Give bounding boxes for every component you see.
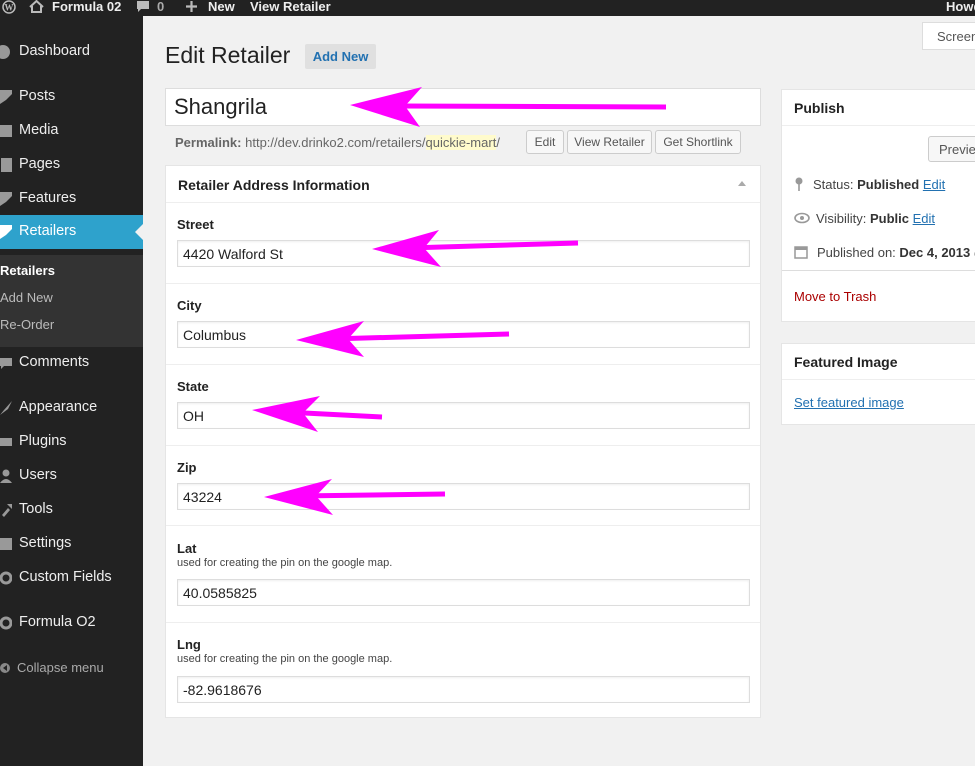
add-new-button[interactable]: Add New xyxy=(305,44,376,69)
comment-icon xyxy=(0,356,12,370)
lng-input[interactable] xyxy=(177,676,750,703)
media-icon xyxy=(0,124,12,138)
get-shortlink-button[interactable]: Get Shortlink xyxy=(655,130,741,154)
sidebar-item-posts[interactable]: Posts xyxy=(0,80,143,114)
view-retailer-button[interactable]: View Retailer xyxy=(567,130,652,154)
comments-count[interactable]: 0 xyxy=(157,0,164,16)
submenu-item-add-new[interactable]: Add New xyxy=(0,290,53,305)
status-edit-link[interactable]: Edit xyxy=(923,177,945,192)
preview-button[interactable]: Previe xyxy=(928,136,975,162)
collapse-arrow-icon xyxy=(0,661,12,675)
submenu-item-retailers[interactable]: Retailers xyxy=(0,263,55,278)
page-icon xyxy=(0,158,12,172)
visibility-row: Visibility: Public Edit xyxy=(794,211,935,226)
state-input[interactable] xyxy=(177,402,750,429)
user-icon xyxy=(0,469,12,483)
pin-icon xyxy=(795,177,803,191)
sidebar-item-tools[interactable]: Tools xyxy=(0,493,143,527)
gear-icon xyxy=(0,571,13,585)
lng-label: Lng xyxy=(177,637,201,652)
sidebar-item-dashboard[interactable]: Dashboard xyxy=(0,35,143,69)
view-retailer-link[interactable]: View Retailer xyxy=(250,0,331,16)
plus-icon[interactable] xyxy=(185,0,198,16)
permalink-row: Permalink: http://dev.drinko2.com/retail… xyxy=(175,135,500,150)
sidebar-item-plugins[interactable]: Plugins xyxy=(0,425,143,459)
zip-label: Zip xyxy=(177,460,197,475)
pin-icon xyxy=(0,192,12,206)
sidebar-item-formula-o2[interactable]: Formula O2 xyxy=(0,606,143,640)
lat-label: Lat xyxy=(177,541,197,556)
featured-image-title: Featured Image xyxy=(794,354,898,370)
settings-icon xyxy=(0,537,12,551)
admin-bar: W Formula 02 0 New View Retailer Howd xyxy=(0,0,975,16)
permalink-slug[interactable]: quickie-mart xyxy=(425,135,497,150)
featured-image-header[interactable]: Featured Image xyxy=(782,344,975,380)
publish-box-header[interactable]: Publish xyxy=(782,90,975,126)
permalink-edit-button[interactable]: Edit xyxy=(526,130,564,154)
post-title-input[interactable] xyxy=(165,88,761,126)
retailers-submenu: Retailers Add New Re-Order xyxy=(0,255,143,347)
screen-options-tab[interactable]: Screen xyxy=(922,22,975,50)
plug-icon xyxy=(0,435,12,449)
sidebar-item-custom-fields[interactable]: Custom Fields xyxy=(0,561,143,595)
box-collapse-toggle-icon[interactable] xyxy=(738,181,746,186)
gear-icon xyxy=(0,616,13,630)
sidebar-item-pages[interactable]: Pages xyxy=(0,148,143,182)
featured-image-box: Featured Image Set featured image xyxy=(781,343,975,425)
active-pointer xyxy=(135,224,143,240)
wrench-icon xyxy=(0,503,12,517)
admin-sidebar: Dashboard Posts Media Pages Features Ret… xyxy=(0,16,143,766)
sidebar-item-appearance[interactable]: Appearance xyxy=(0,391,143,425)
state-label: State xyxy=(177,379,209,394)
permalink-trailing: / xyxy=(496,135,500,150)
permalink-label: Permalink: xyxy=(175,135,242,150)
brush-icon xyxy=(0,401,12,415)
eye-icon xyxy=(794,212,810,224)
street-input[interactable] xyxy=(177,240,750,267)
address-box-title: Retailer Address Information xyxy=(178,177,370,193)
street-label: Street xyxy=(177,217,214,232)
site-name-link[interactable]: Formula 02 xyxy=(52,0,121,16)
comment-bubble-icon[interactable] xyxy=(136,0,150,16)
lng-description: used for creating the pin on the google … xyxy=(177,653,393,665)
sidebar-item-users[interactable]: Users xyxy=(0,459,143,493)
pin-icon xyxy=(0,225,12,239)
retailer-address-box: Retailer Address Information Street City… xyxy=(165,165,761,718)
city-input[interactable] xyxy=(177,321,750,348)
city-label: City xyxy=(177,298,202,313)
set-featured-image-link[interactable]: Set featured image xyxy=(794,395,904,410)
lat-input[interactable] xyxy=(177,579,750,606)
lat-description: used for creating the pin on the google … xyxy=(177,557,393,569)
sidebar-item-comments[interactable]: Comments xyxy=(0,346,143,380)
permalink-base[interactable]: http://dev.drinko2.com/retailers/ xyxy=(245,135,425,150)
home-icon[interactable] xyxy=(29,0,44,16)
new-menu-link[interactable]: New xyxy=(208,0,235,16)
submenu-item-re-order[interactable]: Re-Order xyxy=(0,317,54,332)
publish-title: Publish xyxy=(794,100,845,116)
dashboard-icon xyxy=(0,45,12,59)
collapse-menu-button[interactable]: Collapse menu xyxy=(0,652,143,686)
wordpress-logo-icon[interactable]: W xyxy=(2,0,16,16)
move-to-trash-link[interactable]: Move to Trash xyxy=(794,289,876,304)
howdy-user-link[interactable]: Howd xyxy=(946,0,975,16)
page-title: Edit Retailer xyxy=(165,42,291,68)
calendar-icon xyxy=(794,246,808,259)
svg-text:W: W xyxy=(5,3,14,13)
publish-box: Publish Previe Status: Published Edit Vi… xyxy=(781,89,975,322)
sidebar-item-features[interactable]: Features xyxy=(0,182,143,216)
zip-input[interactable] xyxy=(177,483,750,510)
sidebar-item-settings[interactable]: Settings xyxy=(0,527,143,561)
sidebar-item-media[interactable]: Media xyxy=(0,114,143,148)
visibility-edit-link[interactable]: Edit xyxy=(913,211,935,226)
sidebar-item-retailers[interactable]: Retailers xyxy=(0,215,143,249)
pin-icon xyxy=(0,90,12,104)
published-on-row: Published on: Dec 4, 2013 @ xyxy=(794,245,975,260)
status-row: Status: Published Edit xyxy=(794,177,945,192)
